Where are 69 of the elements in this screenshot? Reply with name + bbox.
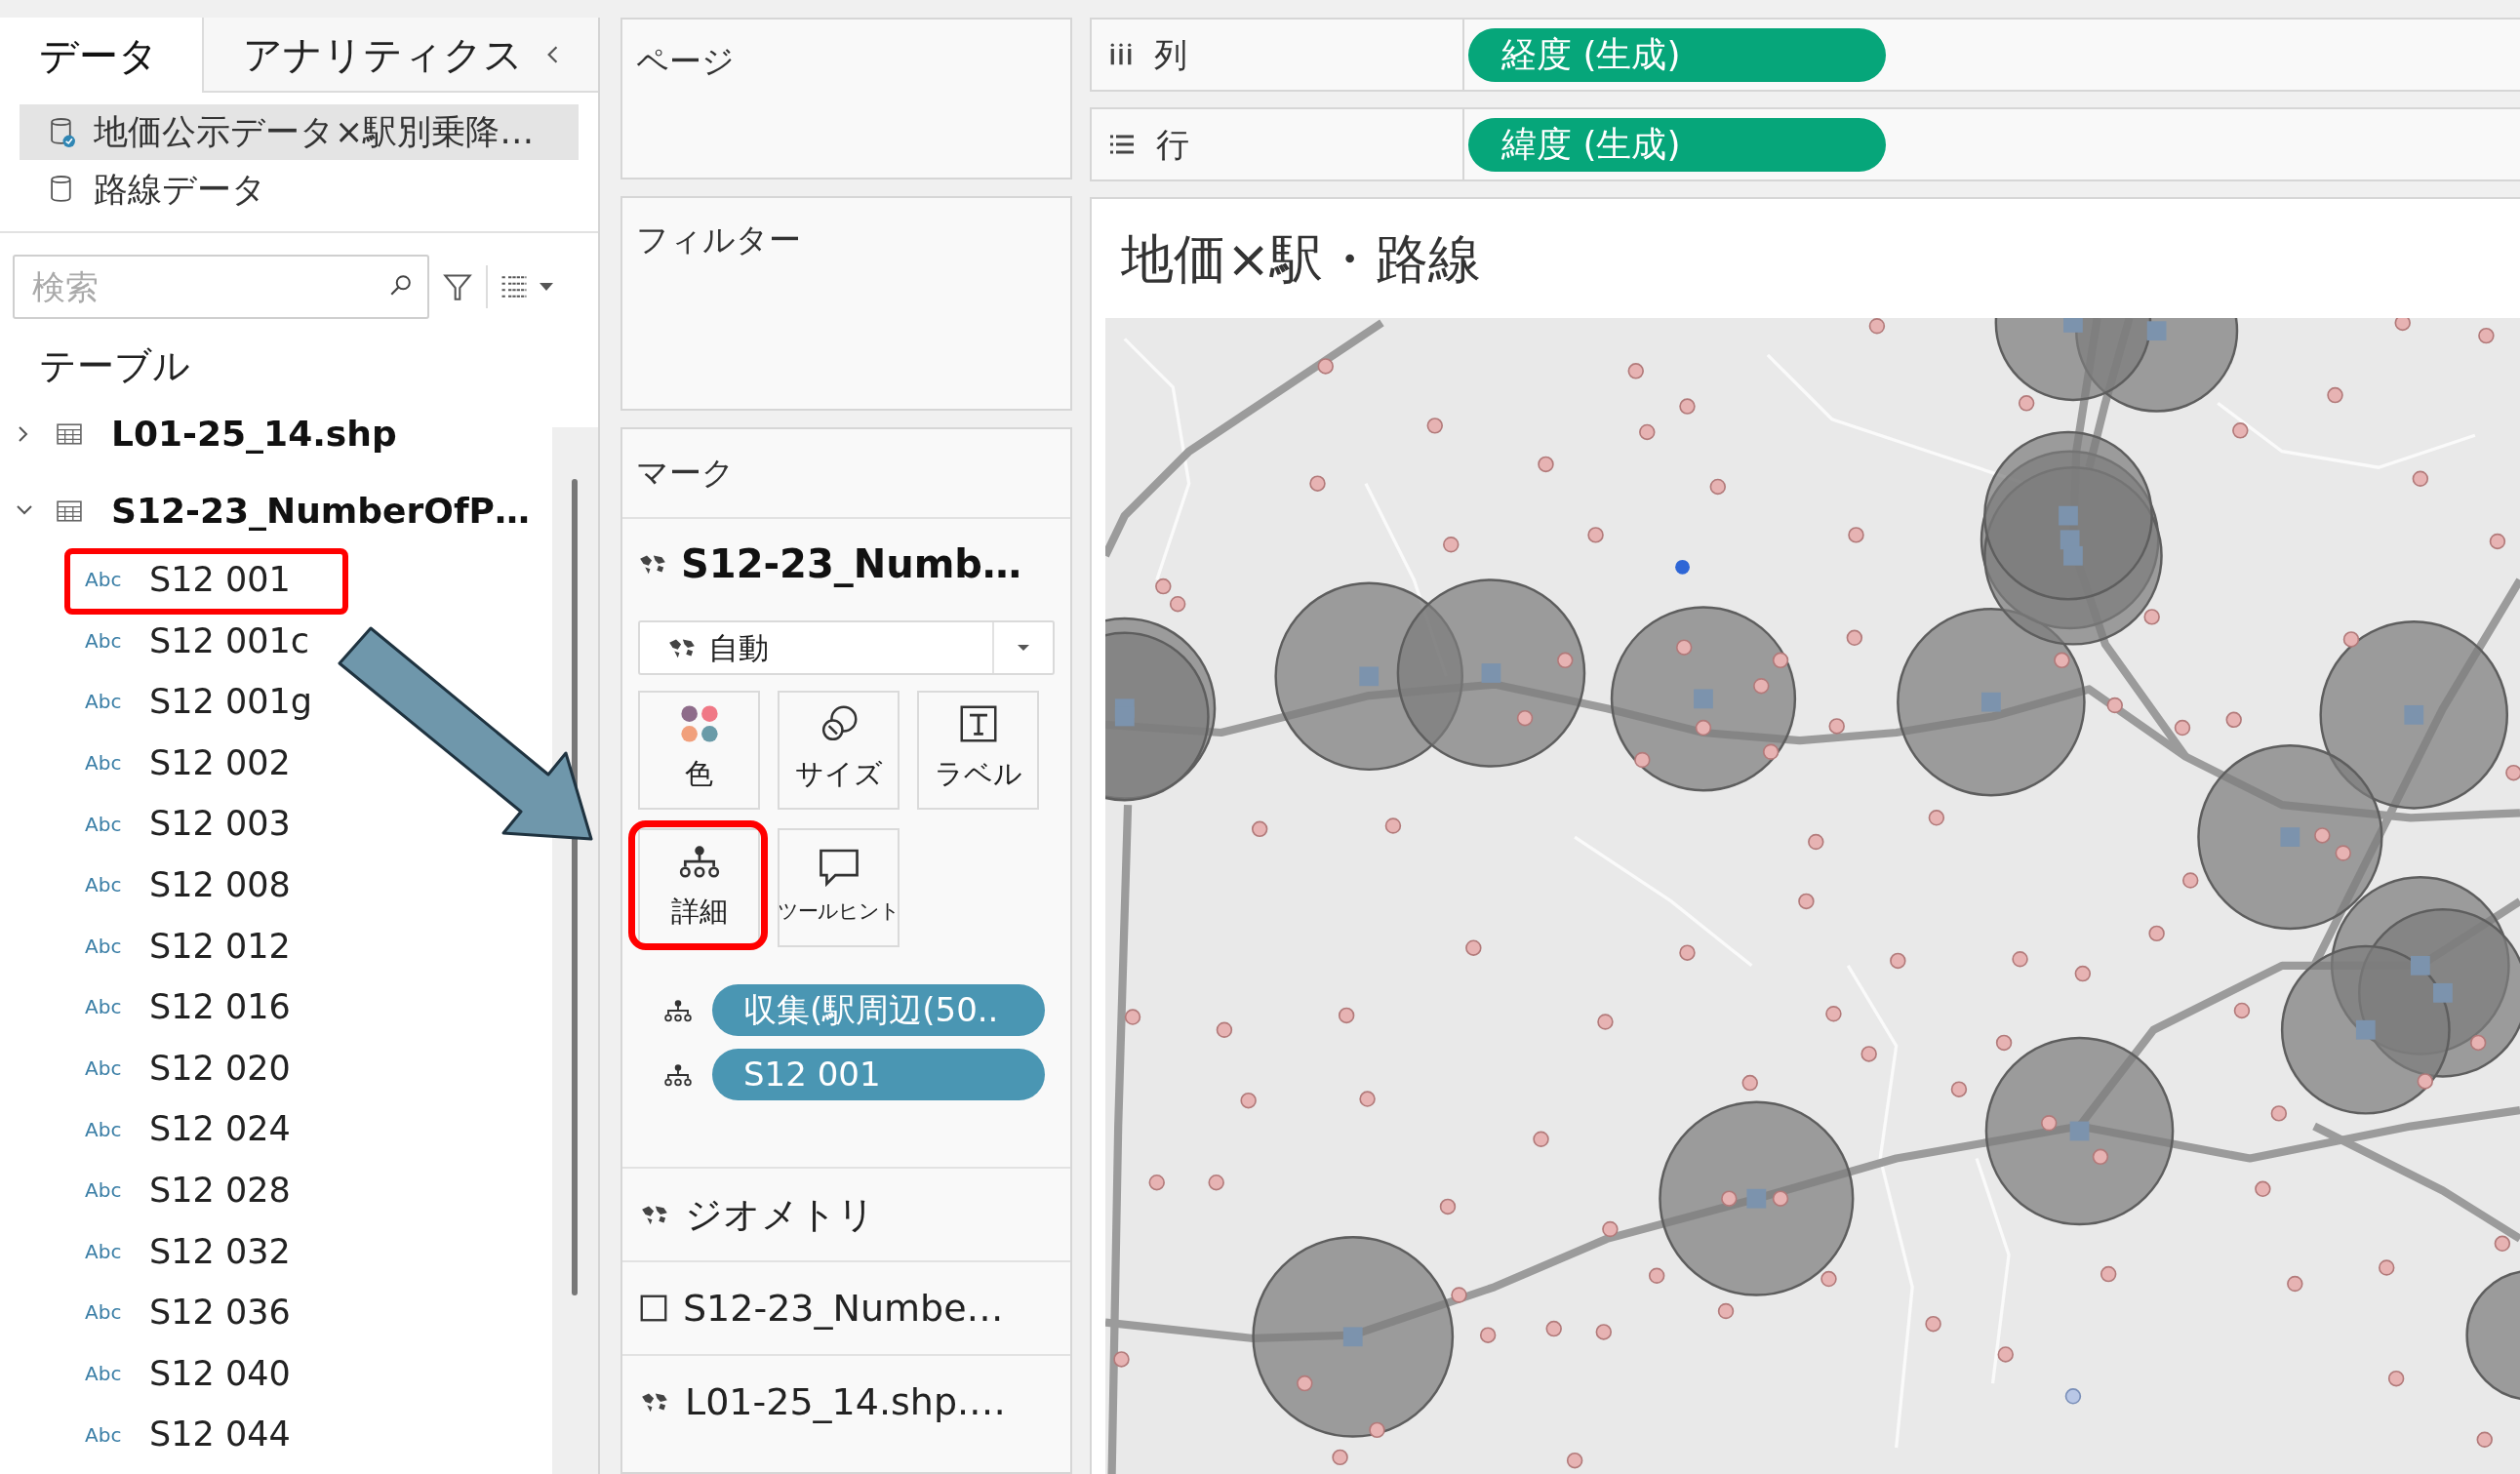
field-item[interactable]: Abc S12 012 — [0, 915, 598, 977]
string-type-label: Abc — [85, 1361, 123, 1387]
shelf-label: 列 — [1154, 33, 1187, 76]
field-item[interactable]: Abc S12 040 — [0, 1342, 598, 1405]
table-item[interactable]: S12-23_NumberOfP… — [0, 472, 546, 549]
string-type-label: Abc — [85, 627, 123, 655]
rows-icon — [1109, 134, 1135, 155]
list-icon — [500, 274, 529, 299]
data-source-item[interactable]: 路線データ — [20, 162, 579, 218]
string-type-label: Abc — [85, 689, 123, 716]
card-title: フィルター — [635, 219, 802, 260]
mark-property-button[interactable]: ラベル — [917, 691, 1039, 810]
filter-icon — [443, 272, 472, 301]
card-title: ページ — [635, 41, 736, 82]
string-type-label: Abc — [85, 811, 123, 838]
field-item[interactable]: Abc S12 003 — [0, 793, 598, 855]
hierarchy-icon — [663, 998, 693, 1022]
field-item[interactable]: Abc S12 001 — [0, 549, 598, 611]
marks-layer-item[interactable]: L01-25_14.shp.… — [622, 1354, 1070, 1448]
string-type-label: Abc — [85, 1238, 123, 1265]
columns-icon — [1109, 43, 1133, 66]
hierarchy-icon — [663, 1062, 693, 1087]
table-icon — [57, 422, 82, 445]
table-icon — [57, 499, 82, 522]
mark-type-dropdown[interactable]: 自動 — [638, 620, 1055, 675]
string-type-label: Abc — [85, 1299, 123, 1327]
database-check-icon — [49, 115, 76, 149]
scrollbar-thumb[interactable] — [572, 479, 578, 1295]
marks-layer-item[interactable]: S12-23_Numbe… — [622, 1260, 1070, 1354]
field-item[interactable]: Abc S12 044 — [0, 1404, 598, 1465]
field-item[interactable]: Abc S12 020 — [0, 1037, 598, 1099]
string-type-label: Abc — [85, 1177, 123, 1205]
speech-bubble-icon — [817, 848, 860, 888]
collapse-chevron-icon — [545, 44, 559, 64]
table-item[interactable]: L01-25_14.shp — [0, 395, 546, 472]
string-type-label: Abc — [85, 1116, 123, 1143]
square-icon — [640, 1295, 667, 1322]
string-type-label: Abc — [85, 933, 123, 960]
string-type-label: Abc — [85, 994, 123, 1021]
string-type-label: Abc — [85, 1421, 123, 1449]
search-icon — [388, 274, 412, 298]
mark-property-button[interactable]: 色 — [638, 691, 760, 810]
string-type-label: Abc — [85, 567, 123, 594]
data-source-item[interactable]: 地価公示データ×駅別乗降… — [20, 104, 579, 160]
field-item[interactable]: Abc S12 024 — [0, 1098, 598, 1160]
caret-icon — [539, 282, 554, 292]
card-title: マーク — [622, 429, 1070, 519]
marks-layer-item[interactable]: S12-23_Numb… — [622, 519, 1070, 609]
field-item[interactable]: Abc S12 001c — [0, 610, 598, 672]
field-item[interactable]: Abc S12 036 — [0, 1282, 598, 1343]
mark-property-button[interactable]: サイズ — [778, 691, 900, 810]
field-item[interactable]: Abc S12 016 — [0, 976, 598, 1038]
string-type-label: Abc — [85, 750, 123, 777]
view-options-button[interactable] — [500, 274, 554, 299]
field-item[interactable]: Abc S12 008 — [0, 854, 598, 916]
search-field[interactable]: 検索 — [13, 255, 429, 319]
caret-icon — [1017, 644, 1030, 652]
field-item[interactable]: Abc S12 028 — [0, 1159, 598, 1221]
section-heading: テーブル — [38, 342, 191, 389]
mark-property-button[interactable]: ツールヒント — [778, 828, 900, 947]
shelf-label: 行 — [1156, 123, 1189, 166]
string-type-label: Abc — [85, 1056, 123, 1083]
view-title: 地価×駅・路線 — [1120, 226, 1483, 292]
string-type-label: Abc — [85, 872, 123, 899]
panel-tab[interactable]: アナリティクス — [202, 18, 598, 93]
field-item[interactable]: Abc S12 032 — [0, 1220, 598, 1283]
field-item[interactable]: Abc S12 002 — [0, 732, 598, 794]
field-item[interactable]: Abc S12 001g — [0, 671, 598, 733]
marks-layer-item[interactable]: ジオメトリ — [622, 1167, 1070, 1260]
